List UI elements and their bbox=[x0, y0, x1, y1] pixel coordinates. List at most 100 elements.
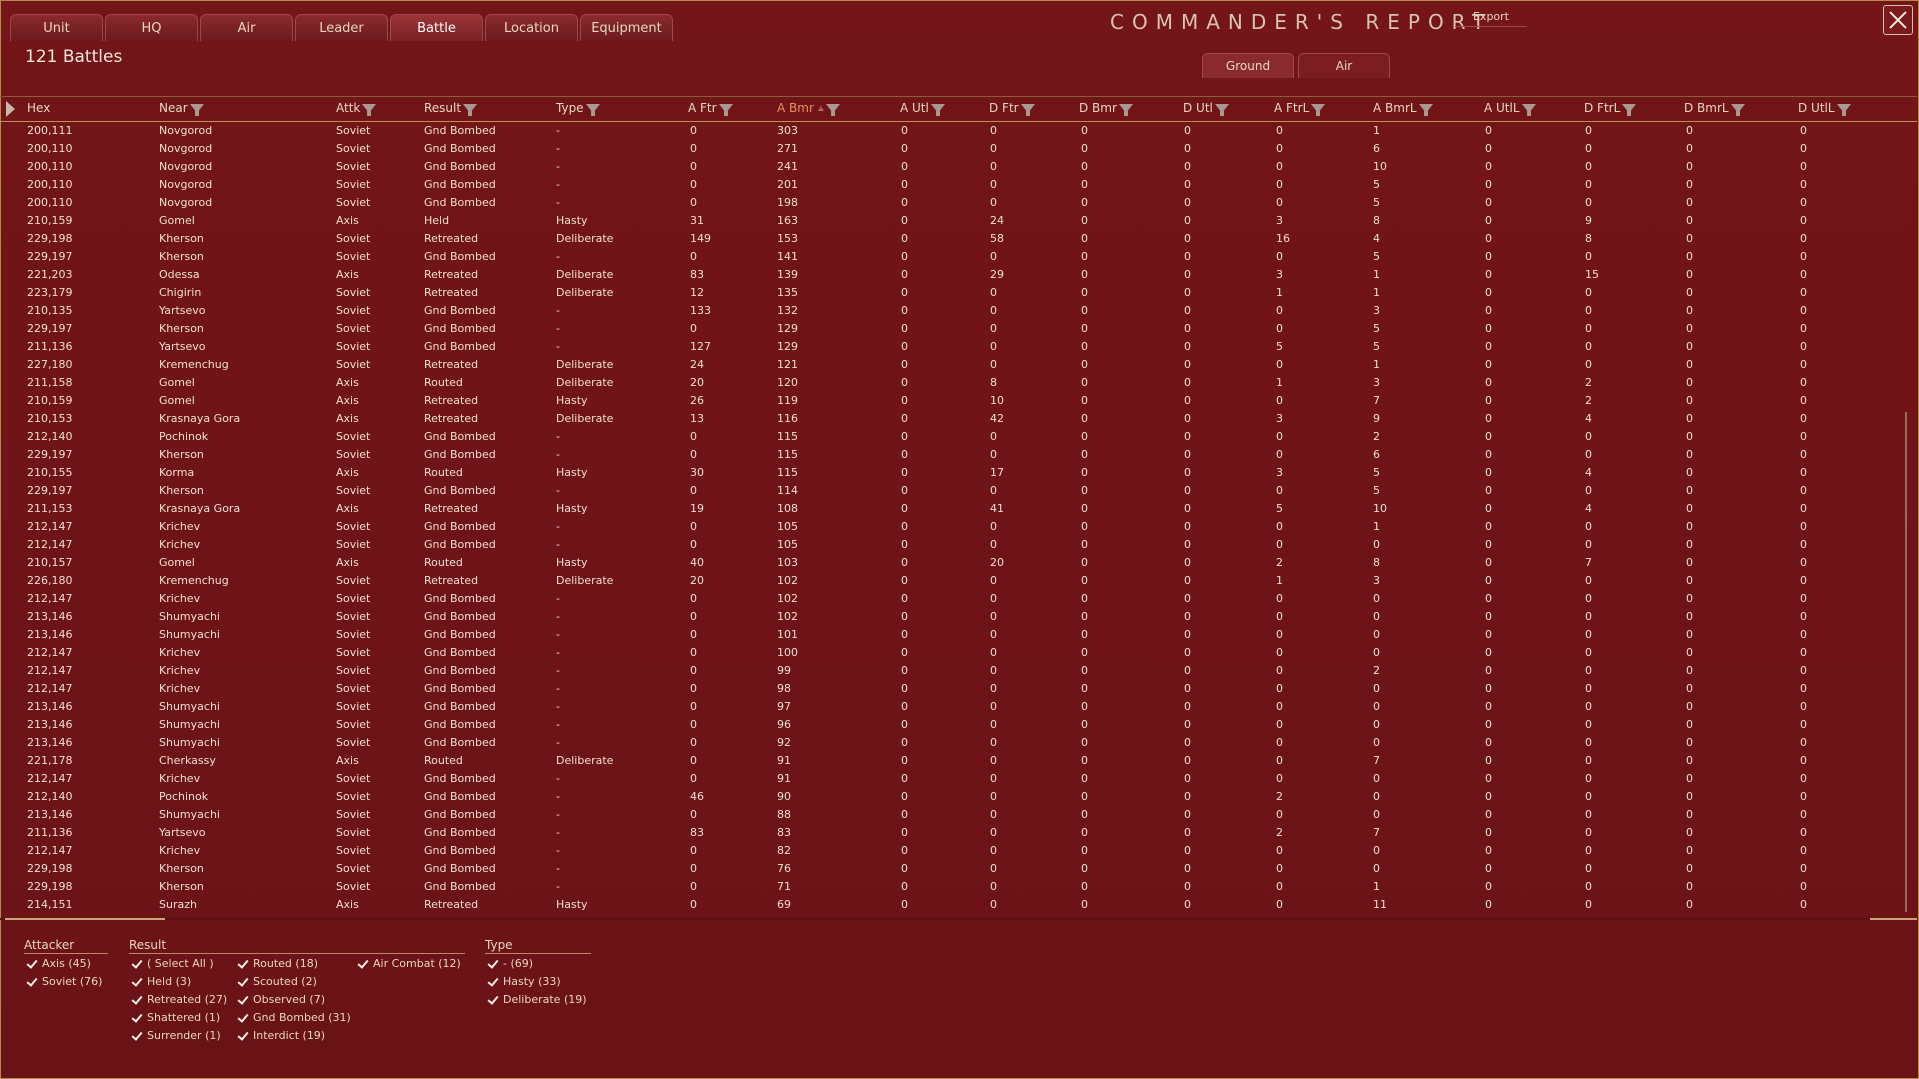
table-row[interactable]: 213,146 Shumyachi Soviet Gnd Bombed - 0 97 0 0 0 0… bbox=[0, 698, 1905, 716]
checkbox-checked-icon[interactable] bbox=[237, 1012, 249, 1024]
table-row[interactable]: 213,146 Shumyachi Soviet Gnd Bombed - 0 92 0 0 0 0… bbox=[0, 734, 1905, 752]
filter-icon[interactable] bbox=[585, 103, 600, 116]
filter-icon[interactable] bbox=[1214, 103, 1229, 116]
horizontal-scrollbar-thumb[interactable] bbox=[5, 918, 165, 920]
filter-result-option[interactable]: ( Select All ) bbox=[131, 957, 214, 970]
checkbox-checked-icon[interactable] bbox=[237, 976, 249, 988]
checkbox-checked-icon[interactable] bbox=[26, 958, 38, 970]
filter-result-option[interactable]: Scouted (2) bbox=[237, 975, 317, 988]
column-header-d-ftr[interactable]: D Ftr bbox=[989, 101, 1035, 116]
table-row[interactable]: 213,146 Shumyachi Soviet Gnd Bombed - 0 101 0 0 0… bbox=[0, 626, 1905, 644]
filter-type-option[interactable]: - (69) bbox=[487, 957, 533, 970]
filter-result-option[interactable]: Retreated (27) bbox=[131, 993, 227, 1006]
checkbox-checked-icon[interactable] bbox=[237, 994, 249, 1006]
expand-arrow-icon[interactable] bbox=[6, 101, 15, 117]
filter-icon[interactable] bbox=[463, 103, 478, 116]
table-row[interactable]: 214,151 Surazh Axis Retreated Hasty 0 69 0 0 0 0 0 1… bbox=[0, 896, 1905, 914]
filter-type-option[interactable]: Hasty (33) bbox=[487, 975, 561, 988]
table-row[interactable]: 229,198 Kherson Soviet Gnd Bombed - 0 76 0 0 0 0 0 0… bbox=[0, 860, 1905, 878]
table-row[interactable]: 212,147 Krichev Soviet Gnd Bombed - 0 100 0 0 0 0 0… bbox=[0, 644, 1905, 662]
filter-result-option[interactable]: Surrender (1) bbox=[131, 1029, 221, 1042]
checkbox-checked-icon[interactable] bbox=[357, 958, 369, 970]
filter-icon[interactable] bbox=[362, 103, 377, 116]
filter-icon[interactable] bbox=[1020, 103, 1035, 116]
column-header-d-ftrl[interactable]: D FtrL bbox=[1584, 101, 1637, 116]
checkbox-checked-icon[interactable] bbox=[237, 958, 249, 970]
column-header-d-bmrl[interactable]: D BmrL bbox=[1684, 101, 1745, 116]
table-row[interactable]: 211,136 Yartsevo Soviet Gnd Bombed - 127 129 0 0… bbox=[0, 338, 1905, 356]
checkbox-checked-icon[interactable] bbox=[131, 1012, 143, 1024]
filter-icon[interactable] bbox=[189, 103, 204, 116]
filter-icon[interactable] bbox=[930, 103, 945, 116]
filter-result-option[interactable]: Interdict (19) bbox=[237, 1029, 325, 1042]
table-row[interactable]: 211,153 Krasnaya Gora Axis Retreated Hasty 19… bbox=[0, 500, 1905, 518]
checkbox-checked-icon[interactable] bbox=[131, 1030, 143, 1042]
filter-icon[interactable] bbox=[825, 103, 840, 116]
filter-result-option[interactable]: Shattered (1) bbox=[131, 1011, 220, 1024]
filter-icon[interactable] bbox=[1521, 103, 1536, 116]
filter-result-option[interactable]: Routed (18) bbox=[237, 957, 318, 970]
subtab-air[interactable]: Air bbox=[1298, 53, 1390, 78]
column-header-a-ftr[interactable]: A Ftr bbox=[688, 101, 733, 116]
table-row[interactable]: 211,136 Yartsevo Soviet Gnd Bombed - 83 83 0 0 0 0… bbox=[0, 824, 1905, 842]
table-row[interactable]: 227,180 Kremenchug Soviet Retreated Delibera… bbox=[0, 356, 1905, 374]
checkbox-checked-icon[interactable] bbox=[487, 976, 499, 988]
column-header-d-bmr[interactable]: D Bmr bbox=[1079, 101, 1133, 116]
filter-icon[interactable] bbox=[1622, 103, 1637, 116]
filter-icon[interactable] bbox=[1418, 103, 1433, 116]
table-row[interactable]: 229,197 Kherson Soviet Gnd Bombed - 0 115 0 0 0 0 0… bbox=[0, 446, 1905, 464]
filter-result-option[interactable]: Air Combat (12) bbox=[357, 957, 461, 970]
checkbox-checked-icon[interactable] bbox=[487, 958, 499, 970]
export-button[interactable]: Export bbox=[1455, 8, 1527, 27]
table-row[interactable]: 229,197 Kherson Soviet Gnd Bombed - 0 114 0 0 0 0 0… bbox=[0, 482, 1905, 500]
table-row[interactable]: 223,179 Chigirin Soviet Retreated Deliberate… bbox=[0, 284, 1905, 302]
checkbox-checked-icon[interactable] bbox=[487, 994, 499, 1006]
checkbox-checked-icon[interactable] bbox=[237, 1030, 249, 1042]
filter-attacker-option[interactable]: Axis (45) bbox=[26, 957, 91, 970]
column-header-near[interactable]: Near bbox=[159, 101, 204, 116]
table-row[interactable]: 210,155 Korma Axis Routed Hasty 30 115 0 17 0 0 3 5 0… bbox=[0, 464, 1905, 482]
column-header-d-utll[interactable]: D UtlL bbox=[1798, 101, 1851, 116]
tab-hq[interactable]: HQ bbox=[105, 14, 198, 41]
table-row[interactable]: 229,198 Kherson Soviet Gnd Bombed - 0 71 0 0 0 0 0 1… bbox=[0, 878, 1905, 896]
column-header-a-utl[interactable]: A Utl bbox=[900, 101, 945, 116]
column-header-d-utl[interactable]: D Utl bbox=[1183, 101, 1229, 116]
table-row[interactable]: 200,110 Novgorod Soviet Gnd Bombed - 0 271 0 0 0 0… bbox=[0, 140, 1905, 158]
subtab-ground[interactable]: Ground bbox=[1202, 53, 1294, 78]
table-row[interactable]: 212,147 Krichev Soviet Gnd Bombed - 0 102 0 0 0 0 0… bbox=[0, 590, 1905, 608]
table-row[interactable]: 200,110 Novgorod Soviet Gnd Bombed - 0 201 0 0 0 0… bbox=[0, 176, 1905, 194]
table-row[interactable]: 229,198 Kherson Soviet Retreated Deliberate 1… bbox=[0, 230, 1905, 248]
column-header-a-bmr[interactable]: A Bmr ⫨ bbox=[777, 101, 840, 116]
table-row[interactable]: 200,110 Novgorod Soviet Gnd Bombed - 0 198 0 0 0 0… bbox=[0, 194, 1905, 212]
filter-icon[interactable] bbox=[1311, 103, 1326, 116]
filter-result-option[interactable]: Held (3) bbox=[131, 975, 191, 988]
checkbox-checked-icon[interactable] bbox=[131, 958, 143, 970]
table-row[interactable]: 212,147 Krichev Soviet Gnd Bombed - 0 105 0 0 0 0 0… bbox=[0, 536, 1905, 554]
table-row[interactable]: 211,158 Gomel Axis Routed Deliberate 20 120 0 8 0… bbox=[0, 374, 1905, 392]
column-header-type[interactable]: Type bbox=[556, 101, 600, 116]
vertical-scrollbar[interactable] bbox=[1905, 122, 1911, 914]
table-row[interactable]: 210,135 Yartsevo Soviet Gnd Bombed - 133 132 0 0… bbox=[0, 302, 1905, 320]
table-row[interactable]: 210,159 Gomel Axis Held Hasty 31 163 0 24 0 0 3 8 0 9 0… bbox=[0, 212, 1905, 230]
column-header-a-ftrl[interactable]: A FtrL bbox=[1274, 101, 1326, 116]
horizontal-scrollbar[interactable] bbox=[0, 918, 1917, 920]
table-row[interactable]: 212,140 Pochinok Soviet Gnd Bombed - 46 90 0 0 0 0… bbox=[0, 788, 1905, 806]
tab-location[interactable]: Location bbox=[485, 14, 578, 41]
filter-result-option[interactable]: Gnd Bombed (31) bbox=[237, 1011, 351, 1024]
column-header-attk[interactable]: Attk bbox=[336, 101, 377, 116]
tab-air[interactable]: Air bbox=[200, 14, 293, 41]
filter-type-option[interactable]: Deliberate (19) bbox=[487, 993, 587, 1006]
checkbox-checked-icon[interactable] bbox=[131, 994, 143, 1006]
tab-equipment[interactable]: Equipment bbox=[580, 14, 673, 41]
table-row[interactable]: 212,140 Pochinok Soviet Gnd Bombed - 0 115 0 0 0 0… bbox=[0, 428, 1905, 446]
table-row[interactable]: 210,153 Krasnaya Gora Axis Retreated Deliber… bbox=[0, 410, 1905, 428]
table-row[interactable]: 212,147 Krichev Soviet Gnd Bombed - 0 82 0 0 0 0 0 0… bbox=[0, 842, 1905, 860]
filter-attacker-option[interactable]: Soviet (76) bbox=[26, 975, 102, 988]
table-row[interactable]: 200,110 Novgorod Soviet Gnd Bombed - 0 241 0 0 0 0… bbox=[0, 158, 1905, 176]
table-row[interactable]: 212,147 Krichev Soviet Gnd Bombed - 0 105 0 0 0 0 0… bbox=[0, 518, 1905, 536]
column-header-result[interactable]: Result bbox=[424, 101, 478, 116]
filter-icon[interactable] bbox=[1118, 103, 1133, 116]
column-header-hex[interactable]: Hex bbox=[27, 101, 50, 115]
filter-icon[interactable] bbox=[1730, 103, 1745, 116]
table-row[interactable]: 212,147 Krichev Soviet Gnd Bombed - 0 91 0 0 0 0 0 0… bbox=[0, 770, 1905, 788]
